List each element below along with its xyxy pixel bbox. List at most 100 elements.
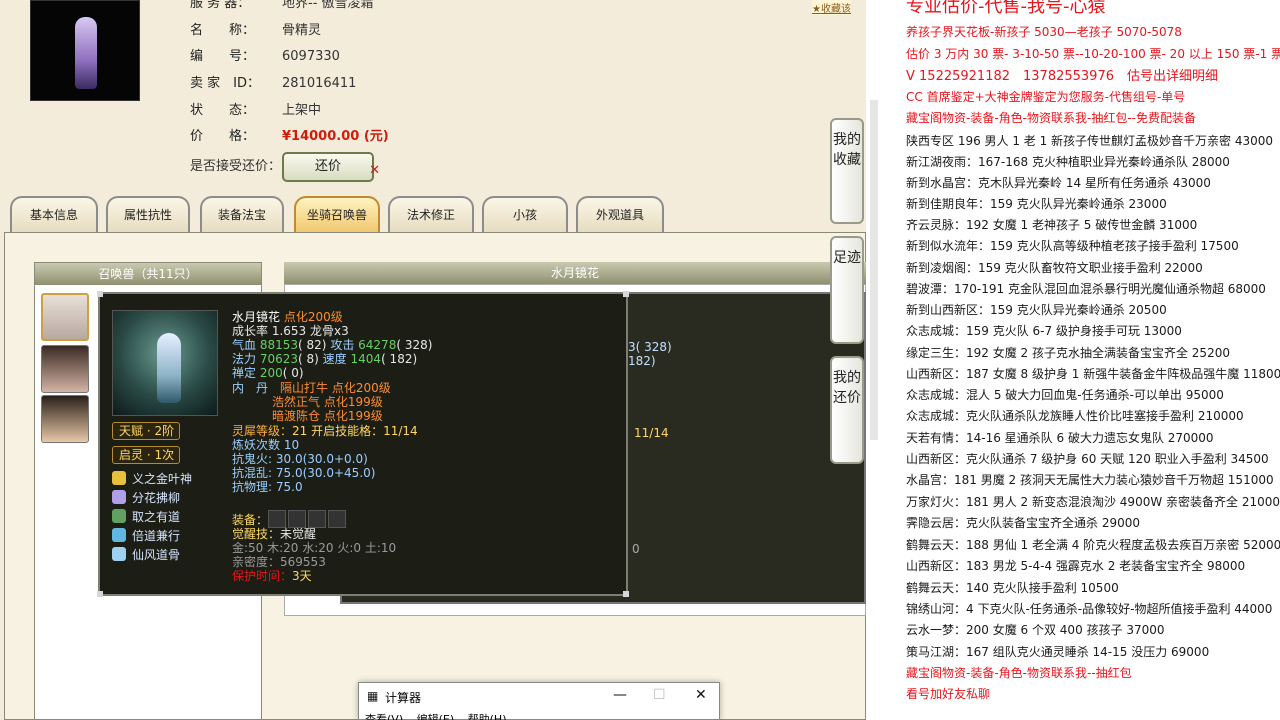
pet-panel-header: 水月镜花: [284, 262, 866, 284]
skill-icon: [112, 509, 126, 523]
skill-4: 倍道兼行: [112, 527, 180, 545]
ad-panel: 专业估价-代售-我号-心猿 养孩子界天花板-新孩子 5030—老孩子 5070-…: [882, 0, 1280, 720]
bargain-row: 是否接受还价：: [190, 159, 282, 174]
my-bargains-button[interactable]: 我的还价: [830, 356, 864, 464]
listing-line: 新到凌烟阁：159 克火队畜牧符文职业接手盈利 22000: [906, 261, 1203, 275]
listing-line: 众志成城：混人 5 破大力回血鬼-任务通杀-可以单出 95000: [906, 388, 1224, 402]
bargain-button[interactable]: 还价 ✕: [282, 152, 380, 182]
listing-line: 策马江湖：167 组队克火通灵睡杀 14-15 没压力 69000: [906, 645, 1210, 659]
ad-footer-1: 藏宝阁物资-装备-角色-物资联系我--抽红包: [906, 666, 1132, 680]
character-avatar: [30, 0, 140, 101]
seller-row: 卖 家 ID： 281016411: [190, 76, 357, 91]
awaken: 觉醒技：未觉醒: [232, 527, 317, 541]
inner-dan-3: 暗渡陈仓 点化199级: [272, 409, 383, 423]
listing-line: 新到似水流年：159 克火队高等级种植老孩子接手盈利 17500: [906, 239, 1239, 253]
zen: 禅定 200( 0): [232, 366, 304, 380]
maximize-button[interactable]: ☐: [653, 687, 666, 703]
equip-slot-1[interactable]: [268, 510, 287, 528]
listing-line: 新到山西新区：159 克火队异光秦岭通杀 20500: [906, 303, 1167, 317]
footprint-button[interactable]: 足迹: [830, 236, 864, 344]
game-trade-panel: 服 务 器： 地界-- 傲雪凌霜 名 称： 骨精灵 编 号： 6097330 卖 家 …: [0, 0, 866, 720]
calculator-icon: ▦: [367, 689, 379, 703]
tab-equipment[interactable]: 装备法宝: [200, 196, 284, 232]
status-row: 状 态： 上架中: [190, 103, 322, 118]
skill-5: 仙风道骨: [112, 546, 180, 564]
equip-slot-4[interactable]: [328, 510, 347, 528]
spirit-badge: 启灵 · 1次: [112, 446, 180, 464]
listing-line: 新到水晶宫：克木队异光秦岭 14 星所有任务通杀 43000: [906, 176, 1211, 190]
listing-line: 万家灯火：181 男人 2 新变态混浪淘沙 4900W 亲密装备齐全 21000…: [906, 495, 1280, 509]
ad-line-4: CC 首席鉴定+大神金牌鉴定为您服务-代售组号-单号: [906, 90, 1186, 104]
inner-dan-2: 浩然正气 点化199级: [272, 395, 383, 409]
listing-line: 碧波潭：170-191 克金队混回血混杀暴行明光魔仙通杀物超 68000: [906, 282, 1266, 296]
minimize-button[interactable]: —: [613, 687, 627, 703]
equipment: 装备：: [232, 510, 348, 528]
tab-attributes[interactable]: 属性抗性: [106, 196, 190, 232]
calculator-window[interactable]: ▦ 计算器 — ☐ ✕ 查看(V) 编辑(E) 帮助(H): [358, 682, 720, 720]
skill-2: 分花拂柳: [112, 489, 180, 507]
listing-line: 山西新区：克火队通杀 7 级护身 60 天赋 120 职业入手盈利 34500: [906, 452, 1269, 466]
skill-1: 义之金叶神: [112, 470, 192, 488]
pet-name: 水月镜花 点化200级: [232, 310, 343, 324]
tab-mounts-pets[interactable]: 坐骑召唤兽: [294, 196, 380, 232]
listing-line: 山西新区：187 女魔 8 级护身 1 新强牛装备金牛阵极品强牛魔 11800: [906, 367, 1280, 381]
tab-basic-info[interactable]: 基本信息: [10, 196, 98, 232]
res-chaos: 抗混乱: 75.0(30.0+45.0): [232, 466, 376, 480]
soul-level: 灵犀等级：21 开启技能格：11/14: [232, 424, 418, 438]
my-favorites-button[interactable]: 我的收藏: [830, 118, 864, 224]
pet-thumb-1[interactable]: [41, 293, 89, 341]
listing-line: 水晶宫：181 男魔 2 孩洞天无属性大力装心猿妙音千万物超 151000: [906, 473, 1274, 487]
elements: 金:50 木:20 水:20 火:0 土:10: [232, 541, 397, 555]
ad-title: 专业估价-代售-我号-心猿: [906, 0, 1106, 17]
listing-line: 霁隐云居：克火队装备宝宝齐全通杀 29000: [906, 516, 1140, 530]
growth: 成长率 1.653 龙骨x3: [232, 324, 349, 338]
ad-line-1: 养孩子界天花板-新孩子 5030—老孩子 5070-5078: [906, 25, 1182, 39]
listing-line: 新江湖夜雨：167-168 克火种植职业异光秦岭通杀队 28000: [906, 155, 1230, 169]
pet-portrait: [112, 310, 218, 416]
refine-count: 炼妖次数 10: [232, 438, 300, 452]
skill-icon: [112, 490, 126, 504]
tab-appearance[interactable]: 外观道具: [576, 196, 664, 232]
pet-thumb-3[interactable]: [41, 395, 89, 443]
tab-spell-mods[interactable]: 法术修正: [388, 196, 474, 232]
equip-slot-2[interactable]: [288, 510, 307, 528]
server-row: 服 务 器： 地界-- 傲雪凌霜: [190, 0, 374, 11]
intimacy: 亲密度：569553: [232, 555, 326, 569]
skill-icon: [112, 471, 126, 485]
listing-line: 鹤舞云天：140 克火队接手盈利 10500: [906, 581, 1119, 595]
favorite-link[interactable]: ★收藏该: [812, 0, 851, 15]
listing-line: 鹤舞云天：188 男仙 1 老全满 4 阶克火程度孟极去疾百万亲密 52000: [906, 538, 1280, 552]
listing-line: 云水一梦：200 女魔 6 个双 400 孩孩子 37000: [906, 623, 1165, 637]
ad-footer-2: 看号加好友私聊: [906, 687, 991, 701]
star-icon: ★: [812, 4, 821, 15]
res-phys: 抗物理: 75.0: [232, 480, 303, 494]
id-row: 编 号： 6097330: [190, 49, 340, 64]
listing-line: 山西新区：183 男龙 5-4-4 强霹克水 2 老装备宝宝齐全 98000: [906, 559, 1246, 573]
skill-icon: [112, 547, 126, 561]
equip-slot-3[interactable]: [308, 510, 327, 528]
listing-line: 天若有情：14-16 星通杀队 6 破大力遗忘女鬼队 270000: [906, 431, 1214, 445]
talent-badge: 天赋 · 2阶: [112, 422, 180, 440]
listing-line: 齐云灵脉：192 女魔 1 老神孩子 5 破传世金麟 31000: [906, 218, 1198, 232]
price-row: 价 格： ¥14000.00 (元): [190, 129, 389, 144]
listing-line: 新到佳期良年：159 克火队异光秦岭通杀 23000: [906, 197, 1167, 211]
pet-tooltip: 天赋 · 2阶 启灵 · 1次 义之金叶神 分花拂柳 取之有道 倍道兼行 仙风道…: [97, 291, 629, 597]
calculator-title: 计算器: [385, 691, 422, 705]
pet-thumb-2[interactable]: [41, 345, 89, 393]
hp-atk: 气血 88153( 82) 攻击 64278( 328): [232, 338, 433, 352]
scrollbar[interactable]: [866, 0, 882, 720]
inner-dan: 内 丹 隔山打牛 点化200级: [232, 381, 391, 395]
res-ghost: 抗鬼火: 30.0(30.0+0.0): [232, 452, 368, 466]
skill-icon: [112, 528, 126, 542]
listing-line: 众志成城：克火队通杀队龙族睡人性价比哇塞接手盈利 210000: [906, 409, 1244, 423]
close-button[interactable]: ✕: [695, 687, 707, 703]
close-icon[interactable]: ✕: [369, 158, 380, 184]
calculator-menu[interactable]: 查看(V) 编辑(E) 帮助(H): [365, 711, 507, 720]
mp-spd: 法力 70623( 8) 速度 1404( 182): [232, 352, 418, 366]
ad-line-2: 估价 3 万内 30 票- 3-10-50 票--10-20-100 票- 20…: [906, 47, 1280, 61]
listing-line: 陕西专区 196 男人 1 老 1 新孩子传世麒灯孟极妙音千万亲密 43000: [906, 134, 1274, 148]
listing-line: 众志成城：159 克火队 6-7 级护身接手可玩 13000: [906, 324, 1182, 338]
listing-line: 缘定三生：192 女魔 2 孩子克水抽全满装备宝宝齐全 25200: [906, 346, 1230, 360]
protect-time: 保护时间：3天: [232, 569, 312, 583]
tab-children[interactable]: 小孩: [482, 196, 568, 232]
